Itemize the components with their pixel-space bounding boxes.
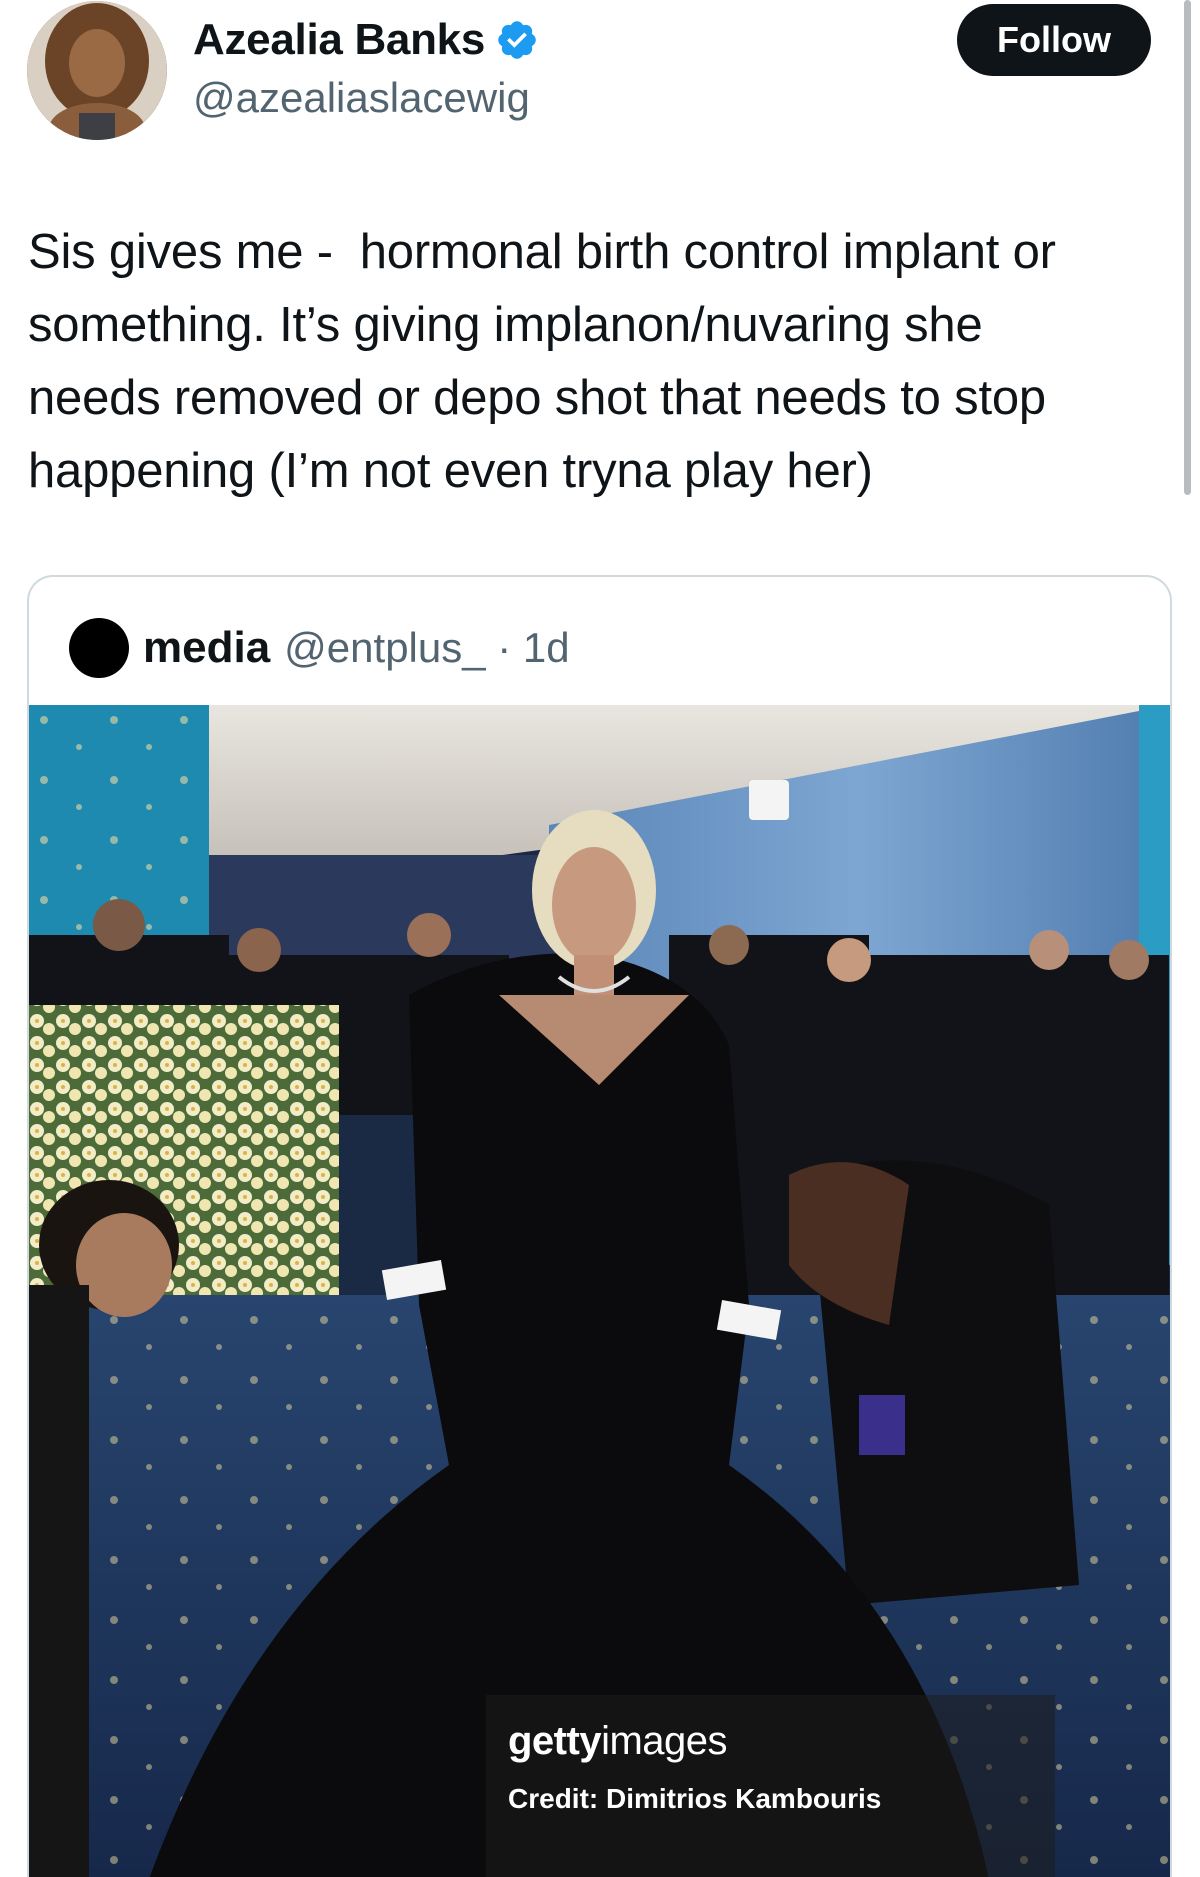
author-avatar[interactable] (27, 1, 167, 140)
quoted-tweet-header: media @entplus_ · 1d (69, 617, 570, 679)
verified-badge-icon (498, 21, 536, 59)
getty-logo: gettyimages (508, 1719, 728, 1763)
quoted-tweet-photo[interactable]: gettyimages Credit: Dimitrios Kambouris (29, 705, 1170, 1877)
tweet-text: Sis gives me - hormonal birth control im… (28, 225, 1056, 498)
quoted-author-name[interactable]: media (143, 623, 270, 673)
quoted-tweet-card[interactable]: media @entplus_ · 1d gettyimages Credit:… (27, 575, 1172, 1877)
author-handle[interactable]: @azealiaslacewig (193, 74, 530, 122)
photo-credit: Credit: Dimitrios Kambouris (508, 1783, 882, 1814)
follow-button[interactable]: Follow (957, 4, 1151, 76)
quoted-author-avatar[interactable] (69, 618, 129, 678)
quoted-author-meta: @entplus_ · 1d (284, 624, 570, 671)
getty-watermark: gettyimages Credit: Dimitrios Kambouris (486, 1695, 1055, 1877)
author-name-row: Azealia Banks (193, 10, 539, 70)
author-name[interactable]: Azealia Banks (193, 15, 485, 65)
